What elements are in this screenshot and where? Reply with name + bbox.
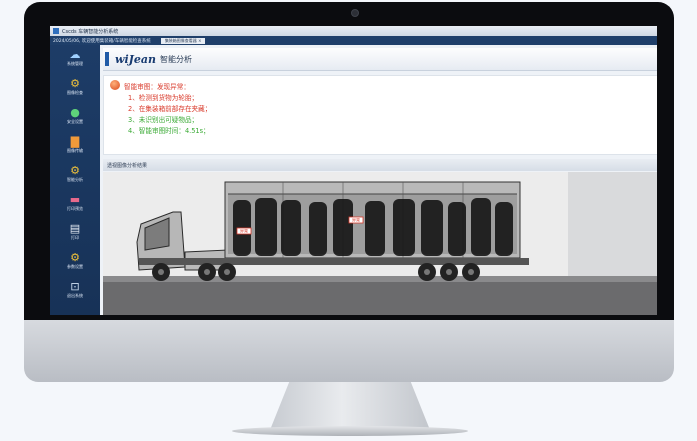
module-title: 智能分析	[159, 54, 192, 64]
sidebar-item-label: 参数设置	[67, 264, 83, 269]
sidebar-item-label: 智能分析	[67, 177, 83, 182]
viewer-tab-label: 集装箱图像查看器	[164, 37, 197, 43]
sidebar-item-transfer[interactable]: ▇ 图像传输	[50, 135, 100, 161]
sidebar-item-label: 打印	[71, 235, 79, 240]
analysis-result-panel: 智能审图：发现异常： 1、检测到货物为轮胎； 2、在集装箱前部存在夹藏； 3、未…	[103, 75, 657, 155]
alert-headline: 智能审图：发现异常：	[124, 83, 190, 91]
screen: Cscds 车辆智能分析系统 2024/05/06, 欢迎使用集装箱/车辆智能检…	[50, 26, 657, 315]
sidebar-item-label: 图像传输	[67, 148, 83, 153]
sidebar-item-system[interactable]: ☁ 系统管理	[50, 48, 100, 74]
window-title: Cscds 车辆智能分析系统	[62, 28, 119, 35]
anomaly-marker[interactable]: 异常	[348, 216, 364, 224]
anomaly-marker-label: 异常	[240, 228, 248, 234]
document-icon: ▬	[69, 193, 81, 206]
alert-item: 1、检测到货物为轮胎；	[128, 94, 199, 102]
printer-icon: ▤	[69, 222, 81, 235]
sidebar-item-label: 图像检查	[67, 90, 83, 95]
sidebar-item-label: 系统管理	[67, 61, 83, 66]
sidebar-item-exit[interactable]: ⊡ 退出系统	[50, 280, 100, 306]
gear-icon: ⚙	[70, 251, 80, 264]
sidebar-item-inspect[interactable]: ⚙ 图像检查	[50, 77, 100, 103]
sidebar-item-label: 安全设置	[67, 119, 83, 124]
sidebar-item-print[interactable]: ▤ 打印	[50, 222, 100, 248]
alert-item: 4、智能审图时间：4.51s；	[128, 127, 210, 135]
info-text: 2024/05/06, 欢迎使用集装箱/车辆智能检查系统	[53, 38, 151, 44]
app-icon	[53, 28, 59, 34]
webcam	[351, 9, 359, 17]
brand-bar: wiJean 智能分析	[103, 48, 657, 71]
anomaly-marker-label: 异常	[352, 217, 360, 223]
sidebar-item-label: 退出系统	[67, 293, 83, 298]
sidebar-item-settings[interactable]: ⚙ 参数设置	[50, 251, 100, 277]
sidebar: ☁ 系统管理 ⚙ 图像检查 ● 安全设置 ▇ 图像传输 ⚙ 智能分析 ▬ 打印预…	[50, 45, 100, 315]
sidebar-item-security[interactable]: ● 安全设置	[50, 106, 100, 132]
main-panel: wiJean 智能分析 智能审图：发现异常： 1、检测到货物为轮胎； 2、在集装…	[103, 48, 657, 315]
tire-cargo	[233, 198, 513, 256]
brand-marker	[105, 52, 109, 66]
sidebar-item-preview[interactable]: ▬ 打印预览	[50, 193, 100, 219]
info-bar: 2024/05/06, 欢迎使用集装箱/车辆智能检查系统 集装箱图像查看器 ×	[50, 36, 657, 45]
window-titlebar: Cscds 车辆智能分析系统	[50, 26, 657, 36]
sidebar-item-analysis[interactable]: ⚙ 智能分析	[50, 164, 100, 190]
xray-image-viewer[interactable]: 异常 异常	[103, 172, 657, 315]
alert-item: 2、在集装箱前部存在夹藏；	[128, 105, 212, 113]
monitor-stand	[270, 382, 430, 430]
image-panel-header: 透视图像分析结果	[103, 159, 657, 171]
anomaly-marker[interactable]: 异常	[236, 227, 252, 235]
xray-truck-image: 异常 异常	[103, 172, 657, 315]
monitor-base	[232, 426, 468, 436]
image-panel-title: 透视图像分析结果	[107, 162, 148, 169]
warning-icon	[110, 80, 120, 90]
sidebar-item-label: 打印预览	[67, 206, 83, 211]
gear-icon: ⚙	[70, 164, 80, 177]
monitor-chin	[24, 320, 674, 382]
chart-icon: ▇	[70, 135, 80, 148]
alert-item: 3、未识别出可疑物品；	[128, 116, 199, 124]
exit-icon: ⊡	[70, 280, 80, 293]
gear-icon: ⚙	[70, 77, 80, 90]
cloud-icon: ☁	[69, 48, 81, 61]
brand-logo: wiJean	[115, 52, 156, 66]
viewer-tab[interactable]: 集装箱图像查看器 ×	[160, 37, 206, 44]
globe-icon: ●	[70, 106, 80, 119]
